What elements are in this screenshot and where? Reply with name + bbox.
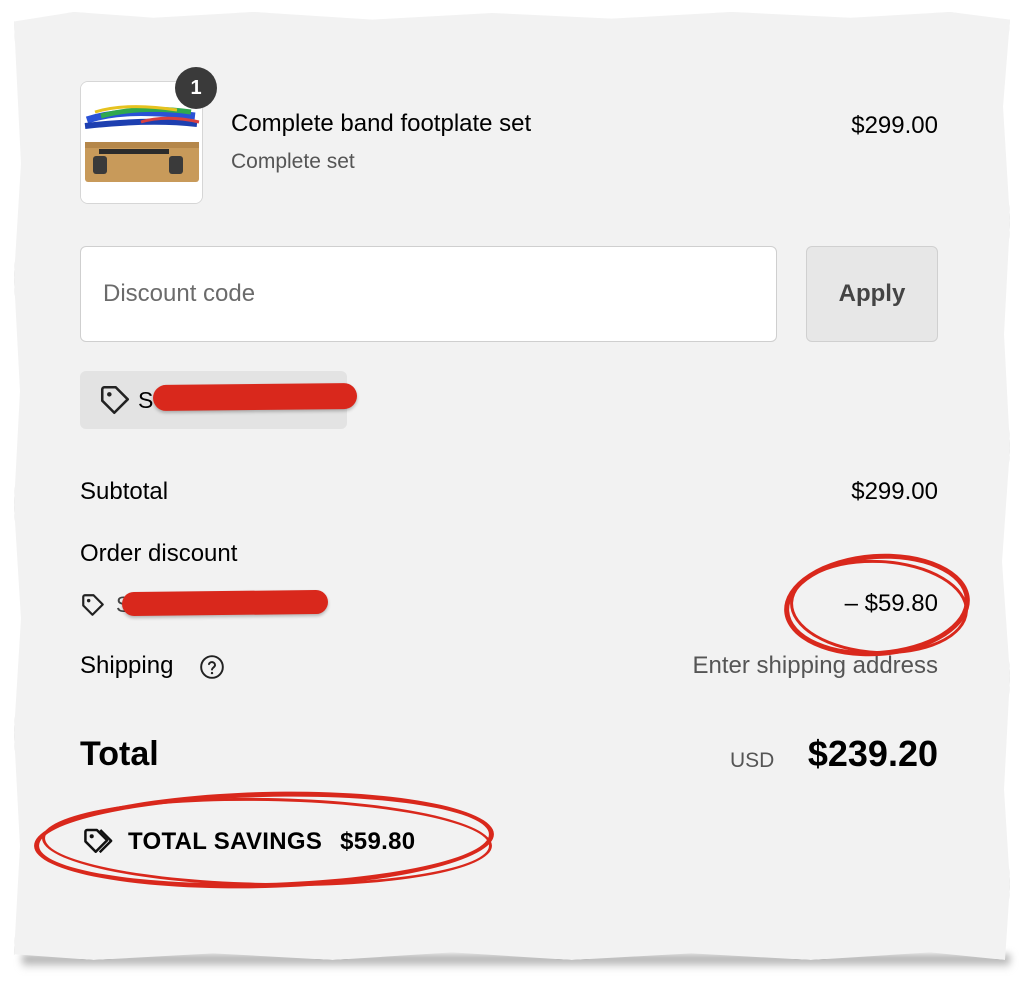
shipping-value: Enter shipping address <box>692 652 938 679</box>
total-label: Total <box>80 735 159 773</box>
total-currency: USD <box>730 749 775 772</box>
shipping-label: Shipping <box>80 652 174 679</box>
discount-code-input[interactable] <box>80 246 777 342</box>
total-value: $239.20 <box>807 733 938 774</box>
redaction-mark <box>121 589 329 617</box>
order-discount-label: Order discount <box>80 540 238 567</box>
quantity-badge: 1 <box>175 67 217 109</box>
subtotal-label: Subtotal <box>80 478 169 505</box>
tag-icon <box>100 385 130 415</box>
redaction-mark <box>152 382 358 412</box>
apply-button[interactable]: Apply <box>806 246 938 342</box>
subtotal-value: $299.00 <box>851 478 938 505</box>
question-circle-icon[interactable] <box>199 654 225 680</box>
product-price: $299.00 <box>851 112 938 139</box>
applied-code-text: S <box>138 386 154 413</box>
card-shadow <box>22 955 1010 969</box>
product-name: Complete band footplate set <box>231 110 532 137</box>
product-variant: Complete set <box>231 150 355 173</box>
tag-icon <box>82 594 104 616</box>
